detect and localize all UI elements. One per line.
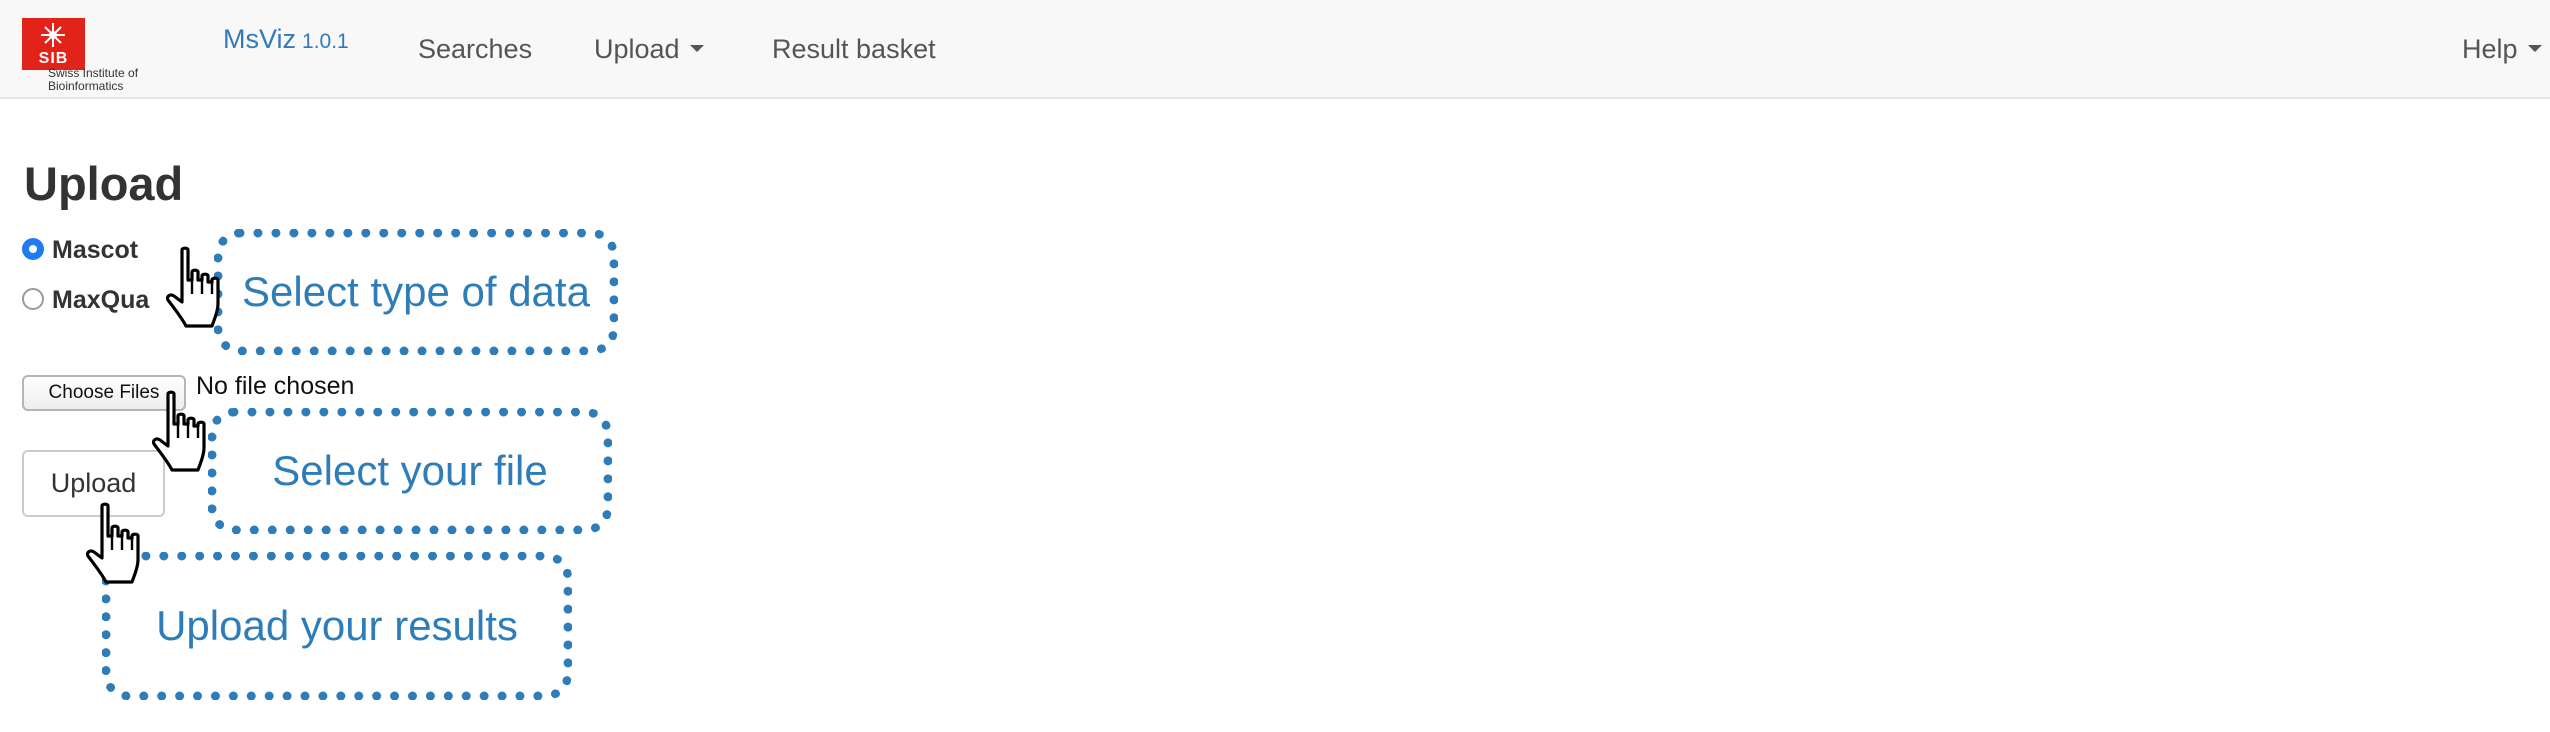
radio-button-checked[interactable] [22, 238, 44, 261]
sib-logo-mark: SIB [22, 18, 85, 70]
nav-item-upload[interactable]: Upload [594, 34, 704, 65]
sib-logo[interactable]: SIB Swiss Institute of Bioinformatics [22, 18, 172, 96]
callout-select-type: Select type of data [214, 229, 618, 355]
callout-upload-results: Upload your results [102, 552, 572, 700]
nav-item-result-basket-label: Result basket [772, 34, 936, 64]
radio-button-unchecked[interactable] [22, 288, 44, 311]
callout-select-type-text: Select type of data [242, 268, 590, 315]
sib-logo-star-icon [41, 23, 65, 47]
hand-pointer-icon [85, 502, 140, 584]
callout-select-file: Select your file [208, 408, 612, 534]
callout-upload-results-text: Upload your results [156, 602, 518, 649]
hand-pointer-icon [151, 390, 206, 472]
callout-select-file-text: Select your file [272, 447, 548, 494]
nav-item-help[interactable]: Help [2462, 34, 2542, 65]
hand-pointer-icon [165, 246, 220, 328]
navbar: SIB Swiss Institute of Bioinformatics Ms… [0, 0, 2550, 99]
chevron-down-icon [689, 45, 704, 53]
page-title: Upload [24, 157, 184, 210]
file-status-text: No file chosen [196, 372, 355, 400]
chevron-down-icon [2527, 45, 2542, 53]
radio-maxquant-label: MaxQua [52, 286, 150, 314]
nav-item-upload-label: Upload [594, 34, 680, 64]
radio-mascot[interactable]: Mascot [22, 236, 138, 265]
brand-link[interactable]: MsViz 1.0.1 [223, 24, 349, 55]
nav-item-result-basket[interactable]: Result basket [772, 34, 936, 65]
radio-maxquant[interactable]: MaxQua [22, 286, 149, 315]
nav-item-help-label: Help [2462, 34, 2518, 64]
nav-item-searches-label: Searches [418, 34, 533, 64]
sib-logo-subtitle: Swiss Institute of Bioinformatics [48, 66, 139, 93]
radio-mascot-label: Mascot [52, 236, 139, 264]
brand-name: MsViz [223, 24, 297, 54]
brand-version: 1.0.1 [302, 30, 349, 53]
nav-item-searches[interactable]: Searches [418, 34, 532, 65]
